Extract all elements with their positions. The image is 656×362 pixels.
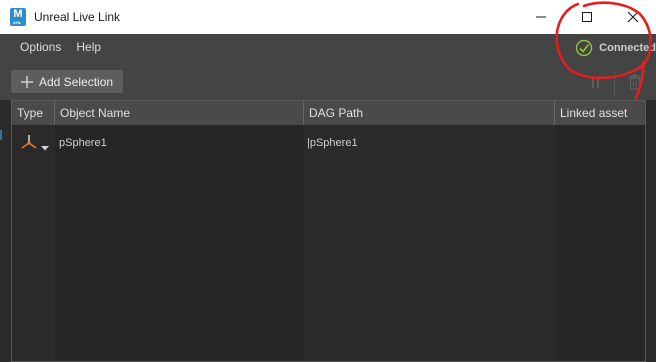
table-row[interactable]: pSphere1 |pSphere1 [12,125,645,161]
maximize-icon [582,12,592,22]
menu-help[interactable]: Help [76,40,101,54]
column-header-object-name[interactable]: Object Name [55,101,304,125]
column-header-dag-path[interactable]: DAG Path [304,101,555,125]
column-header-type[interactable]: Type [12,101,55,125]
minimize-icon [536,16,546,18]
window-edge-highlight [0,130,2,140]
dag-path-cell: |pSphere1 [307,137,358,149]
minimize-button[interactable] [518,0,564,34]
trash-icon[interactable] [628,74,642,90]
table-body: pSphere1 |pSphere1 [12,125,645,361]
linked-asset-cell [555,125,645,161]
pause-icon[interactable] [591,76,601,90]
check-circle-icon [575,39,593,57]
window-title: Unreal Live Link [34,10,121,24]
chevron-down-icon[interactable] [41,146,49,151]
close-button[interactable] [610,0,656,34]
toolbar: Add Selection [0,60,656,100]
column-header-linked-asset[interactable]: Linked asset [555,101,645,125]
add-selection-label: Add Selection [39,74,114,89]
maximize-button[interactable] [564,0,610,34]
status-label: Connected [599,42,656,54]
plus-icon [21,75,33,88]
type-cell[interactable] [12,125,55,161]
linked-objects-table: Type Object Name DAG Path Linked asset p… [11,100,646,362]
toolbar-divider [614,72,615,96]
menu-options[interactable]: Options [20,40,61,54]
maya-app-icon: M AYA [10,8,26,26]
title-bar: M AYA Unreal Live Link [0,0,656,34]
add-selection-button[interactable]: Add Selection [11,70,123,93]
app-icon-letter: M [13,8,23,20]
close-icon [627,11,639,23]
joint-axis-icon [21,135,37,149]
connection-status: Connected [575,36,656,60]
table-header: Type Object Name DAG Path Linked asset [12,101,645,125]
object-name-cell: pSphere1 [59,137,107,149]
menu-bar: Options Help [0,34,656,60]
app-icon-subtext: AYA [13,20,21,25]
